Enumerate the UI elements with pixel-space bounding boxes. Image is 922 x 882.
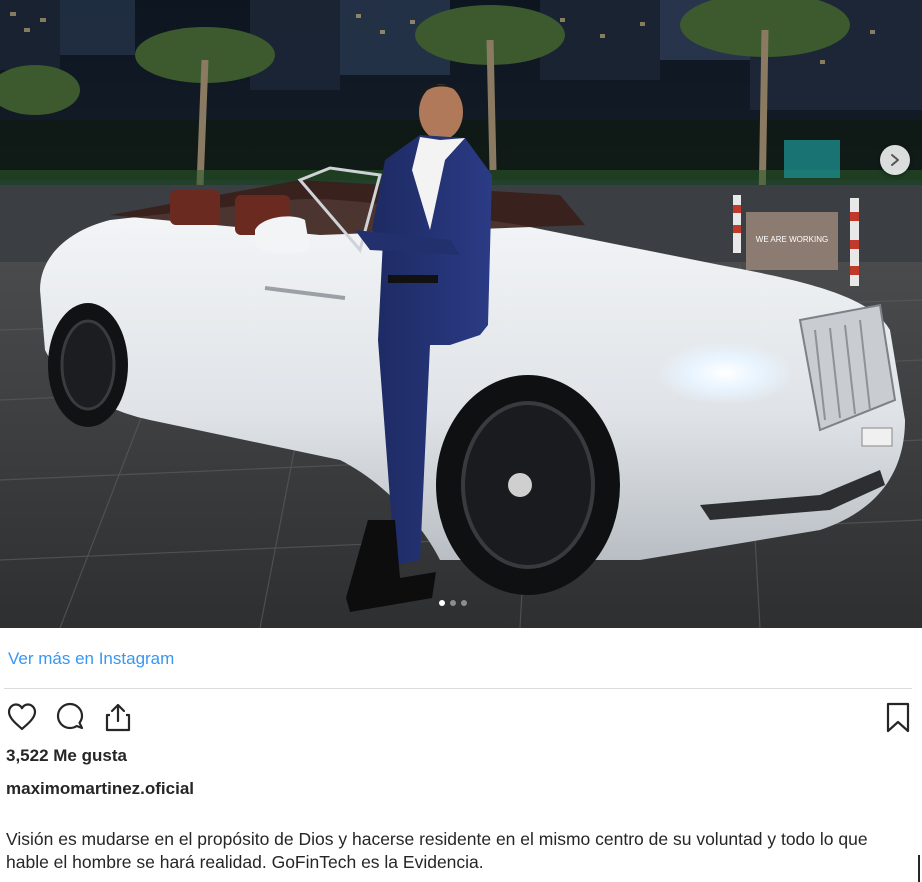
like-button[interactable] (4, 699, 40, 735)
view-more-on-instagram-link[interactable]: Ver más en Instagram (8, 649, 174, 669)
divider (4, 688, 912, 689)
share-button[interactable] (100, 699, 136, 735)
post-photo[interactable]: WE ARE WORKING (0, 0, 922, 628)
sign-text: WE ARE WORKING (756, 235, 828, 244)
carousel-next-button[interactable] (880, 145, 910, 175)
divider (918, 855, 920, 882)
heart-icon (7, 703, 37, 731)
carousel-dot (461, 600, 467, 606)
carousel-dot (450, 600, 456, 606)
post-author-username[interactable]: maximomartinez.oficial (6, 779, 194, 799)
save-button[interactable] (880, 699, 916, 735)
chevron-right-icon (891, 154, 899, 166)
carousel-indicator (439, 600, 467, 606)
carousel-dot (439, 600, 445, 606)
photo-illustration: WE ARE WORKING (0, 0, 922, 628)
post-actions-bar (4, 699, 916, 737)
comment-icon (56, 702, 84, 730)
comment-button[interactable] (52, 699, 88, 735)
post-caption: Visión es mudarse en el propósito de Dio… (6, 829, 868, 872)
bookmark-icon (886, 702, 910, 733)
likes-count[interactable]: 3,522 Me gusta (6, 746, 127, 766)
share-icon (105, 703, 131, 732)
